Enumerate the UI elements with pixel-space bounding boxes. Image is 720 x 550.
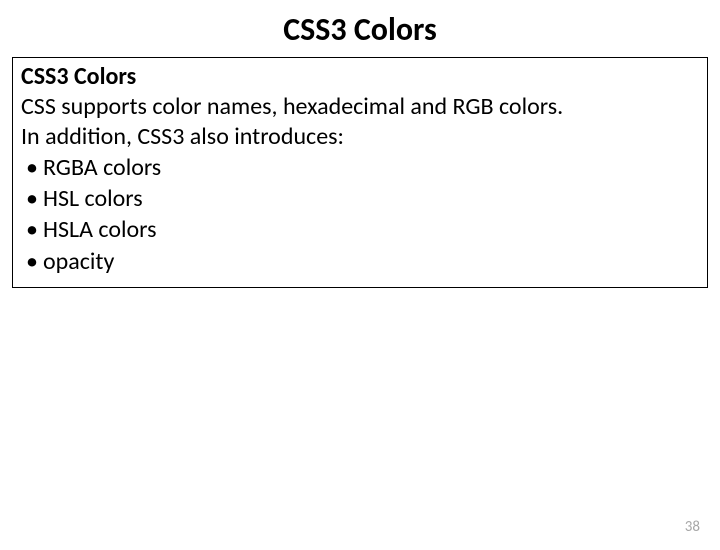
bullet-list: RGBA colors HSL colors HSLA colors opaci… xyxy=(21,152,699,277)
content-box: CSS3 Colors CSS supports color names, he… xyxy=(12,57,708,288)
slide: CSS3 Colors CSS3 Colors CSS supports col… xyxy=(0,10,720,550)
list-item: HSLA colors xyxy=(21,214,699,245)
list-item: opacity xyxy=(21,246,699,277)
slide-title: CSS3 Colors xyxy=(0,10,720,49)
list-item: RGBA colors xyxy=(21,152,699,183)
list-item: HSL colors xyxy=(21,183,699,214)
box-line-1: CSS supports color names, hexadecimal an… xyxy=(21,92,699,122)
page-number: 38 xyxy=(685,518,700,536)
box-heading: CSS3 Colors xyxy=(21,62,699,92)
box-line-2: In addition, CSS3 also introduces: xyxy=(21,122,699,152)
